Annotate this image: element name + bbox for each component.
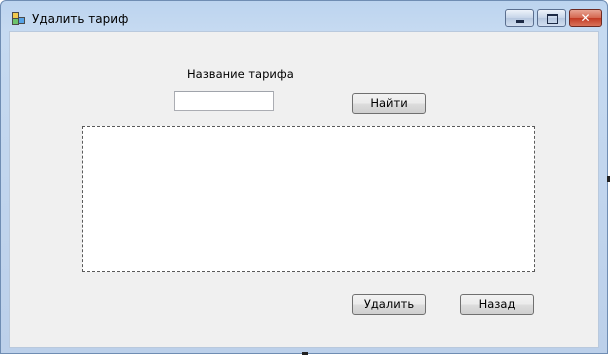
back-button[interactable]: Назад — [460, 294, 534, 315]
app-icon — [12, 12, 26, 25]
resize-edge-mark-bottom — [302, 352, 308, 355]
form-client-area: Название тарифа Найти Удалить Назад — [9, 31, 599, 348]
results-list[interactable] — [82, 126, 535, 272]
maximize-icon — [547, 14, 558, 24]
find-button[interactable]: Найти — [352, 93, 426, 114]
minimize-button[interactable] — [505, 9, 534, 27]
delete-tariff-window: Удалить тариф ✕ Название тарифа Найти Уд… — [0, 0, 608, 354]
tariff-name-input[interactable] — [174, 91, 274, 111]
close-button[interactable]: ✕ — [569, 9, 602, 27]
maximize-button[interactable] — [537, 9, 566, 27]
delete-button[interactable]: Удалить — [352, 294, 426, 315]
close-icon: ✕ — [580, 11, 591, 25]
tariff-name-label: Название тарифа — [187, 67, 294, 81]
minimize-icon — [516, 20, 524, 23]
window-title: Удалить тариф — [32, 12, 129, 26]
title-bar[interactable]: Удалить тариф ✕ — [1, 1, 607, 31]
